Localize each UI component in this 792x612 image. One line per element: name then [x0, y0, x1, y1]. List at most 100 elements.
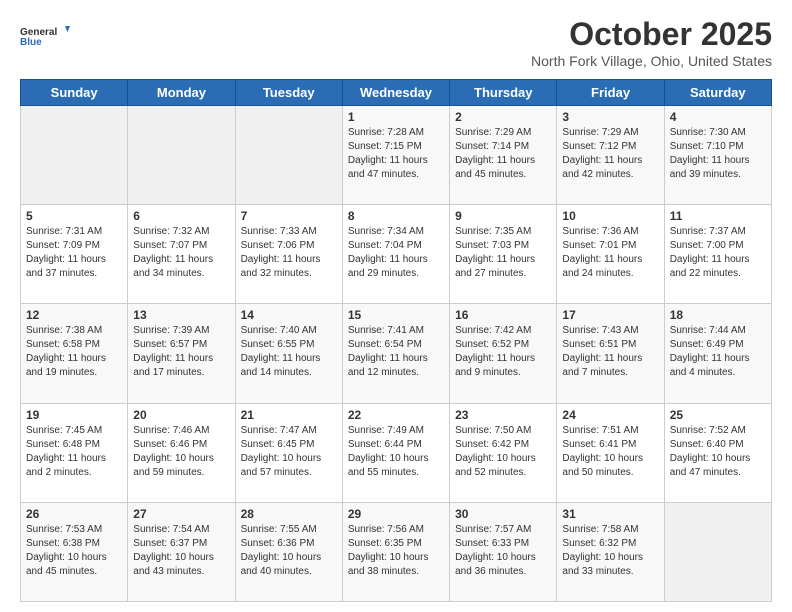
day-info: Sunrise: 7:31 AM Sunset: 7:09 PM Dayligh…	[26, 225, 122, 281]
day-number: 13	[133, 308, 229, 322]
col-tuesday: Tuesday	[235, 80, 342, 106]
day-info: Sunrise: 7:35 AM Sunset: 7:03 PM Dayligh…	[455, 225, 551, 281]
day-number: 16	[455, 308, 551, 322]
day-info: Sunrise: 7:39 AM Sunset: 6:57 PM Dayligh…	[133, 324, 229, 380]
calendar-week-4: 19 Sunrise: 7:45 AM Sunset: 6:48 PM Dayli…	[21, 403, 772, 502]
day-number: 27	[133, 507, 229, 521]
calendar-cell-3-4: 15Sunrise: 7:41 AM Sunset: 6:54 PM Dayli…	[342, 304, 449, 403]
svg-text:General: General	[20, 27, 57, 38]
calendar-cell-2-7: 11Sunrise: 7:37 AM Sunset: 7:00 PM Dayli…	[664, 205, 771, 304]
calendar-cell-4-7: 25 Sunrise: 7:52 AM Sunset: 6:40 PM Dayli…	[664, 403, 771, 502]
day-number: 1	[348, 110, 444, 124]
col-saturday: Saturday	[664, 80, 771, 106]
day-number: 19	[26, 408, 122, 422]
calendar: Sunday Monday Tuesday Wednesday Thursday…	[20, 79, 772, 602]
day-number: 14	[241, 308, 337, 322]
calendar-cell-5-4: 29 Sunrise: 7:56 AM Sunset: 6:35 PM Dayli…	[342, 502, 449, 601]
day-number: 5	[26, 209, 122, 223]
calendar-week-3: 12 Sunrise: 7:38 AM Sunset: 6:58 PM Dayli…	[21, 304, 772, 403]
day-info: Sunrise: 7:56 AM Sunset: 6:35 PM Dayligh…	[348, 523, 444, 579]
calendar-cell-3-7: 18 Sunrise: 7:44 AM Sunset: 6:49 PM Dayli…	[664, 304, 771, 403]
day-number: 31	[562, 507, 658, 521]
day-number: 6	[133, 209, 229, 223]
logo-icon: General Blue	[20, 16, 70, 56]
calendar-cell-3-6: 17Sunrise: 7:43 AM Sunset: 6:51 PM Dayli…	[557, 304, 664, 403]
day-info: Sunrise: 7:36 AM Sunset: 7:01 PM Dayligh…	[562, 225, 658, 281]
day-number: 24	[562, 408, 658, 422]
col-sunday: Sunday	[21, 80, 128, 106]
day-number: 9	[455, 209, 551, 223]
calendar-cell-4-1: 19 Sunrise: 7:45 AM Sunset: 6:48 PM Dayli…	[21, 403, 128, 502]
calendar-week-2: 5 Sunrise: 7:31 AM Sunset: 7:09 PM Daylig…	[21, 205, 772, 304]
calendar-cell-5-7	[664, 502, 771, 601]
day-info: Sunrise: 7:34 AM Sunset: 7:04 PM Dayligh…	[348, 225, 444, 281]
day-info: Sunrise: 7:45 AM Sunset: 6:48 PM Dayligh…	[26, 424, 122, 480]
day-info: Sunrise: 7:41 AM Sunset: 6:54 PM Dayligh…	[348, 324, 444, 380]
day-info: Sunrise: 7:29 AM Sunset: 7:14 PM Dayligh…	[455, 126, 551, 182]
calendar-cell-2-4: 8 Sunrise: 7:34 AM Sunset: 7:04 PM Daylig…	[342, 205, 449, 304]
calendar-cell-2-3: 7 Sunrise: 7:33 AM Sunset: 7:06 PM Daylig…	[235, 205, 342, 304]
calendar-cell-3-1: 12 Sunrise: 7:38 AM Sunset: 6:58 PM Dayli…	[21, 304, 128, 403]
calendar-cell-5-2: 27 Sunrise: 7:54 AM Sunset: 6:37 PM Dayli…	[128, 502, 235, 601]
calendar-cell-4-3: 21Sunrise: 7:47 AM Sunset: 6:45 PM Dayli…	[235, 403, 342, 502]
day-info: Sunrise: 7:28 AM Sunset: 7:15 PM Dayligh…	[348, 126, 444, 182]
calendar-cell-3-5: 16 Sunrise: 7:42 AM Sunset: 6:52 PM Dayli…	[450, 304, 557, 403]
day-number: 28	[241, 507, 337, 521]
svg-text:Blue: Blue	[20, 37, 42, 48]
day-info: Sunrise: 7:46 AM Sunset: 6:46 PM Dayligh…	[133, 424, 229, 480]
calendar-cell-1-3	[235, 106, 342, 205]
day-info: Sunrise: 7:49 AM Sunset: 6:44 PM Dayligh…	[348, 424, 444, 480]
day-info: Sunrise: 7:43 AM Sunset: 6:51 PM Dayligh…	[562, 324, 658, 380]
day-info: Sunrise: 7:53 AM Sunset: 6:38 PM Dayligh…	[26, 523, 122, 579]
calendar-cell-5-3: 28 Sunrise: 7:55 AM Sunset: 6:36 PM Dayli…	[235, 502, 342, 601]
day-info: Sunrise: 7:57 AM Sunset: 6:33 PM Dayligh…	[455, 523, 551, 579]
col-wednesday: Wednesday	[342, 80, 449, 106]
day-info: Sunrise: 7:33 AM Sunset: 7:06 PM Dayligh…	[241, 225, 337, 281]
day-info: Sunrise: 7:50 AM Sunset: 6:42 PM Dayligh…	[455, 424, 551, 480]
day-info: Sunrise: 7:44 AM Sunset: 6:49 PM Dayligh…	[670, 324, 766, 380]
logo: General Blue	[20, 16, 70, 56]
day-number: 25	[670, 408, 766, 422]
day-number: 12	[26, 308, 122, 322]
day-info: Sunrise: 7:40 AM Sunset: 6:55 PM Dayligh…	[241, 324, 337, 380]
day-info: Sunrise: 7:58 AM Sunset: 6:32 PM Dayligh…	[562, 523, 658, 579]
day-number: 8	[348, 209, 444, 223]
day-info: Sunrise: 7:47 AM Sunset: 6:45 PM Dayligh…	[241, 424, 337, 480]
day-number: 11	[670, 209, 766, 223]
day-number: 23	[455, 408, 551, 422]
calendar-cell-2-5: 9 Sunrise: 7:35 AM Sunset: 7:03 PM Daylig…	[450, 205, 557, 304]
day-number: 4	[670, 110, 766, 124]
calendar-cell-2-1: 5 Sunrise: 7:31 AM Sunset: 7:09 PM Daylig…	[21, 205, 128, 304]
page: General Blue October 2025 North Fork Vil…	[0, 0, 792, 612]
day-info: Sunrise: 7:42 AM Sunset: 6:52 PM Dayligh…	[455, 324, 551, 380]
calendar-header-row: Sunday Monday Tuesday Wednesday Thursday…	[21, 80, 772, 106]
day-number: 30	[455, 507, 551, 521]
day-number: 3	[562, 110, 658, 124]
calendar-week-5: 26Sunrise: 7:53 AM Sunset: 6:38 PM Dayli…	[21, 502, 772, 601]
calendar-cell-2-6: 10Sunrise: 7:36 AM Sunset: 7:01 PM Dayli…	[557, 205, 664, 304]
day-info: Sunrise: 7:38 AM Sunset: 6:58 PM Dayligh…	[26, 324, 122, 380]
day-number: 7	[241, 209, 337, 223]
location: North Fork Village, Ohio, United States	[531, 53, 772, 69]
calendar-cell-3-2: 13 Sunrise: 7:39 AM Sunset: 6:57 PM Dayli…	[128, 304, 235, 403]
calendar-cell-5-5: 30 Sunrise: 7:57 AM Sunset: 6:33 PM Dayli…	[450, 502, 557, 601]
col-friday: Friday	[557, 80, 664, 106]
day-number: 22	[348, 408, 444, 422]
day-info: Sunrise: 7:51 AM Sunset: 6:41 PM Dayligh…	[562, 424, 658, 480]
day-info: Sunrise: 7:29 AM Sunset: 7:12 PM Dayligh…	[562, 126, 658, 182]
calendar-cell-5-1: 26Sunrise: 7:53 AM Sunset: 6:38 PM Dayli…	[21, 502, 128, 601]
calendar-cell-1-4: 1 Sunrise: 7:28 AM Sunset: 7:15 PM Daylig…	[342, 106, 449, 205]
calendar-cell-3-3: 14 Sunrise: 7:40 AM Sunset: 6:55 PM Dayli…	[235, 304, 342, 403]
day-info: Sunrise: 7:54 AM Sunset: 6:37 PM Dayligh…	[133, 523, 229, 579]
calendar-cell-4-5: 23 Sunrise: 7:50 AM Sunset: 6:42 PM Dayli…	[450, 403, 557, 502]
day-number: 20	[133, 408, 229, 422]
day-number: 18	[670, 308, 766, 322]
day-info: Sunrise: 7:32 AM Sunset: 7:07 PM Dayligh…	[133, 225, 229, 281]
day-number: 29	[348, 507, 444, 521]
day-info: Sunrise: 7:52 AM Sunset: 6:40 PM Dayligh…	[670, 424, 766, 480]
header: General Blue October 2025 North Fork Vil…	[20, 16, 772, 69]
calendar-cell-1-6: 3 Sunrise: 7:29 AM Sunset: 7:12 PM Daylig…	[557, 106, 664, 205]
calendar-cell-4-2: 20 Sunrise: 7:46 AM Sunset: 6:46 PM Dayli…	[128, 403, 235, 502]
day-info: Sunrise: 7:55 AM Sunset: 6:36 PM Dayligh…	[241, 523, 337, 579]
calendar-cell-1-5: 2Sunrise: 7:29 AM Sunset: 7:14 PM Daylig…	[450, 106, 557, 205]
